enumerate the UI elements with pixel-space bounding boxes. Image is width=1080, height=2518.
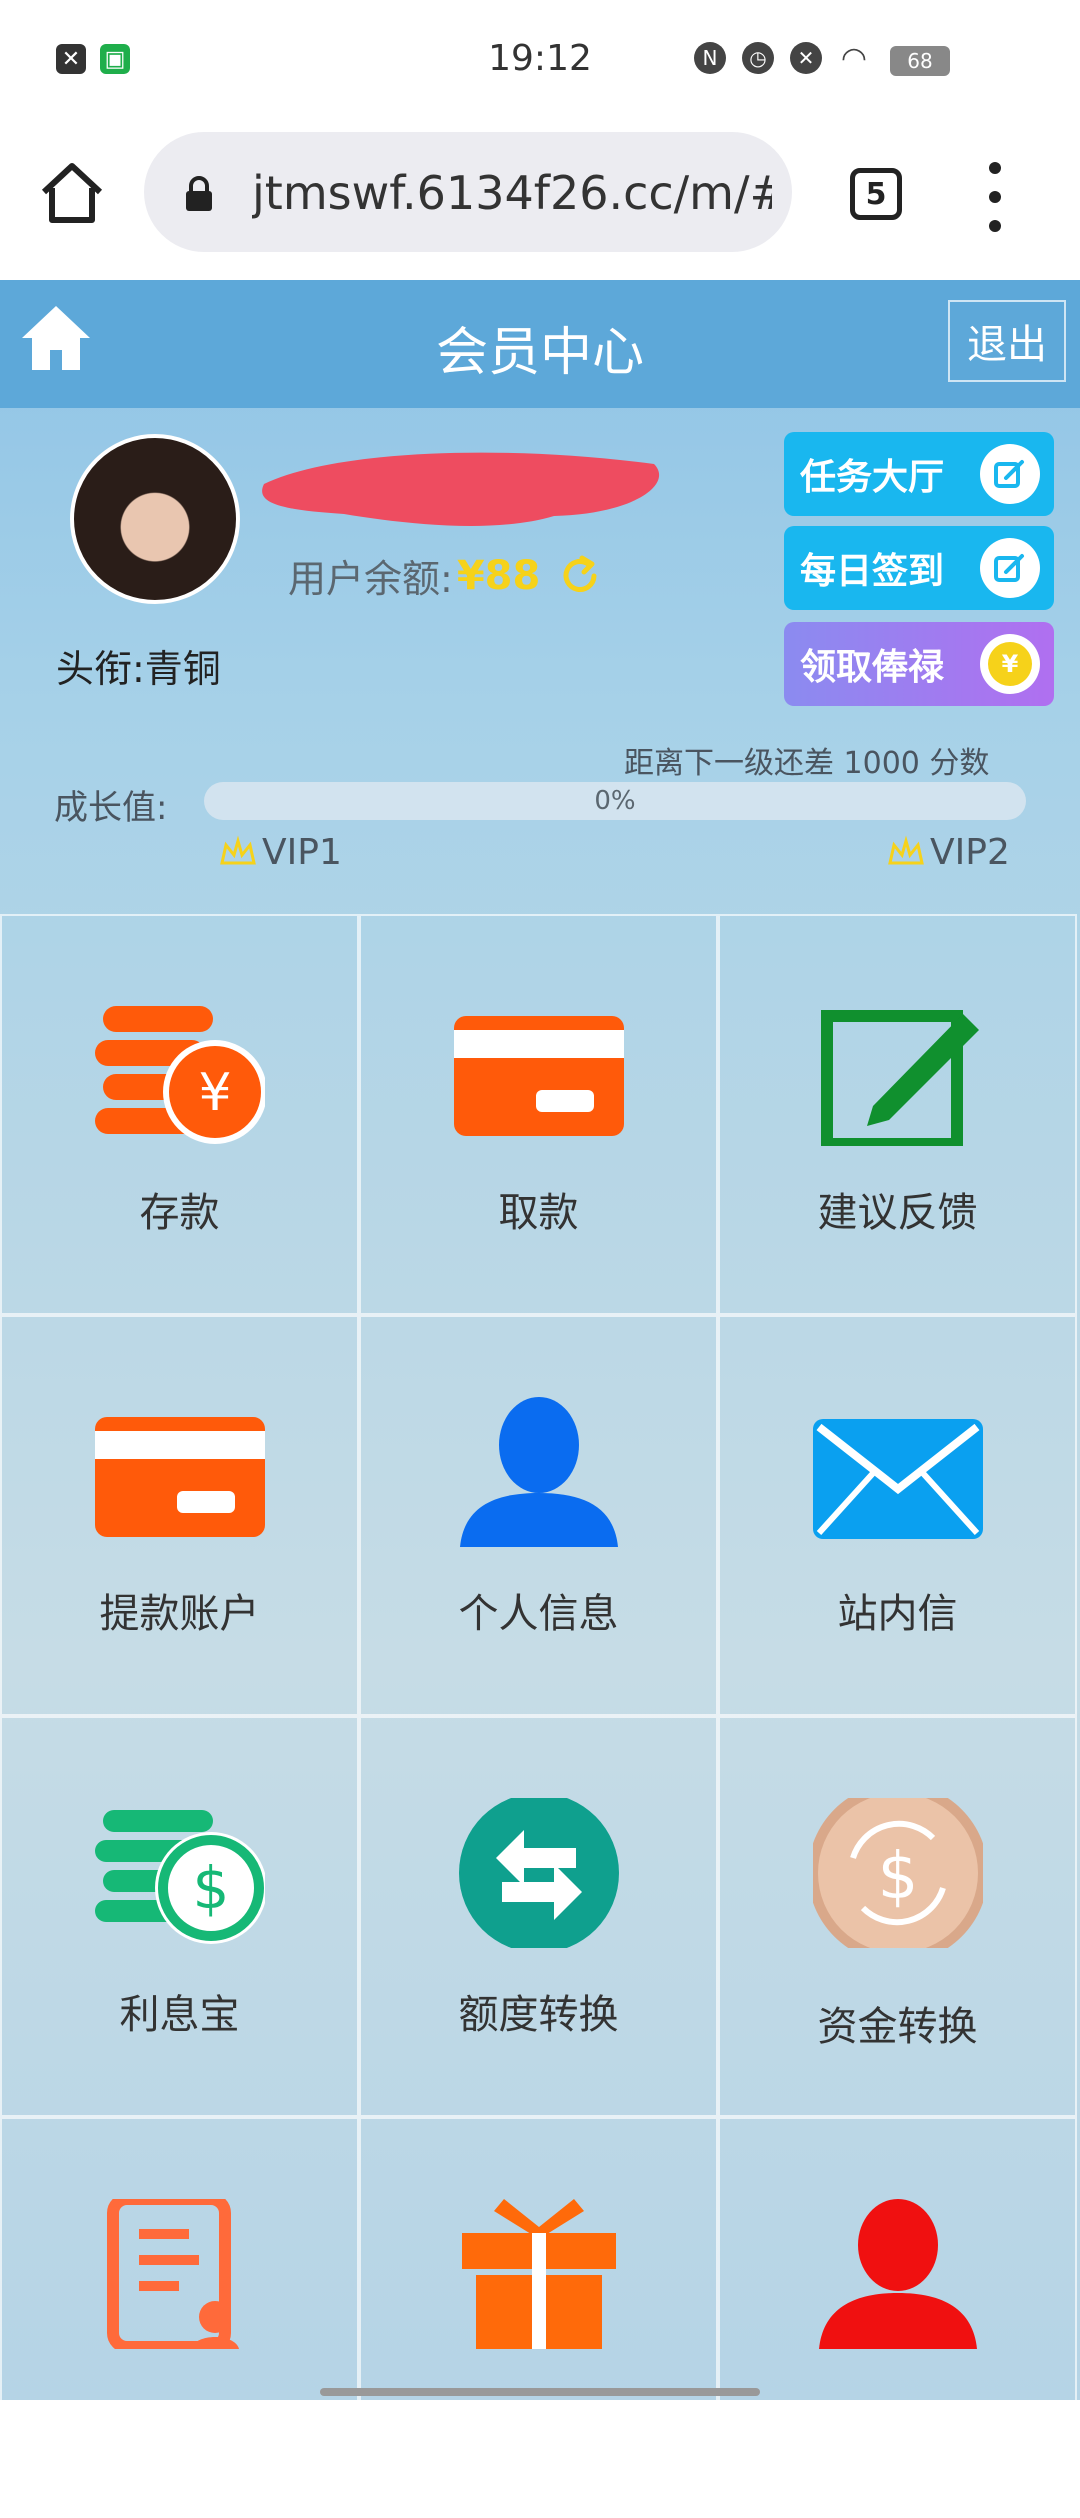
redacted-username [262, 452, 660, 526]
gift-box-icon [461, 2199, 616, 2349]
grid-item-label: 利息宝 [119, 1992, 240, 2038]
deposit-coins-icon: ¥ [94, 1006, 265, 1144]
grid-item-label: 提款账户 [99, 1591, 260, 1637]
task-hall-button[interactable]: 任务大厅 [784, 432, 1054, 516]
alarm-icon: ◷ [742, 42, 774, 74]
grid-item-label: 取款 [498, 1190, 579, 1236]
browser-toolbar: jtmswf.6134f26.cc/m/# 5 [0, 120, 1080, 282]
user-title: 头衔:青铜 [56, 647, 221, 691]
yen-coin-icon: ¥ [980, 634, 1040, 694]
page-header: 会员中心 退出 [0, 280, 1080, 408]
svg-text:$: $ [877, 1840, 918, 1914]
grid-item-label: 建议反馈 [817, 1190, 978, 1236]
current-vip-level: VIP1 [218, 832, 342, 873]
svg-text:¥: ¥ [198, 1063, 231, 1123]
lock-icon [186, 176, 212, 211]
nfc-icon: N [694, 42, 726, 74]
next-level-text: 距离下一级还差 1000 分数 [624, 746, 990, 781]
fund-exchange-dollar-icon: $ [812, 1798, 983, 1948]
interest-coins-dollar-icon: $ [94, 1810, 265, 1944]
grid-item-quota-transfer[interactable]: 额度转换 [359, 1716, 718, 2117]
withdraw-card-icon [453, 1016, 624, 1136]
balance-label: 用户余额: [288, 557, 453, 601]
grid-item-gift[interactable] [359, 2117, 718, 2518]
claim-salary-button[interactable]: 领取俸禄 ¥ [784, 622, 1054, 706]
agent-user-icon [818, 2199, 977, 2349]
grid-item-profile[interactable]: 个人信息 [359, 1315, 718, 1716]
mute-icon: ✕ [790, 42, 822, 74]
growth-label: 成长值: [54, 788, 168, 828]
grid-item-label: 额度转换 [458, 1992, 619, 2038]
avatar[interactable] [70, 434, 240, 604]
next-vip-label: VIP2 [930, 832, 1010, 873]
crown-icon [888, 835, 924, 864]
grid-item-feedback[interactable]: 建议反馈 [718, 914, 1077, 1315]
grid-item-label: 资金转换 [817, 2004, 978, 2050]
edit-icon [980, 444, 1040, 504]
member-center-page: 会员中心 退出 用户余额: ¥88 头衔:青铜 任务大厅 每日签到 领取俸禄 ¥… [0, 280, 1080, 2518]
growth-percent: 0% [594, 786, 636, 816]
feedback-edit-icon [820, 1010, 979, 1146]
grid-item-interest[interactable]: $ 利息宝 [0, 1716, 359, 2117]
daily-signin-button[interactable]: 每日签到 [784, 526, 1054, 610]
grid-item-label: 存款 [139, 1190, 220, 1236]
grid-item-withdraw-account[interactable]: 提款账户 [0, 1315, 359, 1716]
growth-progress-bar: 0% [204, 782, 1026, 820]
withdraw-account-card-icon [94, 1417, 265, 1537]
crown-icon [220, 835, 256, 864]
page-title: 会员中心 [435, 323, 644, 383]
mail-envelope-icon [812, 1419, 983, 1539]
svg-text:$: $ [192, 1854, 229, 1922]
edit-icon [980, 538, 1040, 598]
grid-item-deposit[interactable]: ¥ 存款 [0, 914, 359, 1315]
record-document-icon [106, 2199, 239, 2349]
grid-item-agent[interactable] [718, 2117, 1077, 2518]
system-icons: N ◷ ✕ ◠ [694, 40, 870, 76]
grid-item-fund-exchange[interactable]: $ 资金转换 [718, 1716, 1077, 2117]
next-vip-level: VIP2 [886, 832, 1010, 873]
svg-text:¥: ¥ [1002, 650, 1019, 678]
browser-home-icon[interactable] [36, 158, 108, 230]
url-text: jtmswf.6134f26.cc/m/# [252, 166, 772, 220]
status-bar: ✕ ▣ 19:12 N ◷ ✕ ◠ 68 [0, 0, 1080, 120]
grid-item-messages[interactable]: 站内信 [718, 1315, 1077, 1716]
feature-grid: ¥ 存款 取款 建议反馈 提款账户 个人信息 站内信 $ 利息宝 额度转换 $ … [0, 914, 1080, 2518]
user-profile-icon [459, 1397, 618, 1547]
daily-signin-label: 每日签到 [800, 551, 945, 592]
home-indicator[interactable] [320, 2388, 760, 2396]
battery-icon: 68 [890, 46, 950, 76]
grid-item-label: 个人信息 [458, 1591, 619, 1637]
wifi-icon: ◠ [840, 40, 868, 76]
claim-salary-label: 领取俸禄 [800, 647, 945, 688]
current-vip-label: VIP1 [262, 832, 342, 873]
refresh-icon[interactable] [558, 554, 602, 598]
grid-item-records[interactable] [0, 2117, 359, 2518]
balance-value: ¥88 [456, 552, 541, 599]
quota-transfer-arrows-icon [458, 1798, 619, 1948]
logout-button[interactable]: 退出 [948, 300, 1066, 382]
address-bar[interactable]: jtmswf.6134f26.cc/m/# [144, 132, 792, 252]
grid-item-label: 站内信 [837, 1591, 958, 1637]
grid-item-withdraw[interactable]: 取款 [359, 914, 718, 1315]
task-hall-label: 任务大厅 [800, 457, 945, 498]
tab-switcher-button[interactable]: 5 [850, 168, 902, 220]
browser-menu-icon[interactable] [980, 162, 1010, 232]
balance-row: 用户余额: ¥88 [288, 548, 602, 603]
